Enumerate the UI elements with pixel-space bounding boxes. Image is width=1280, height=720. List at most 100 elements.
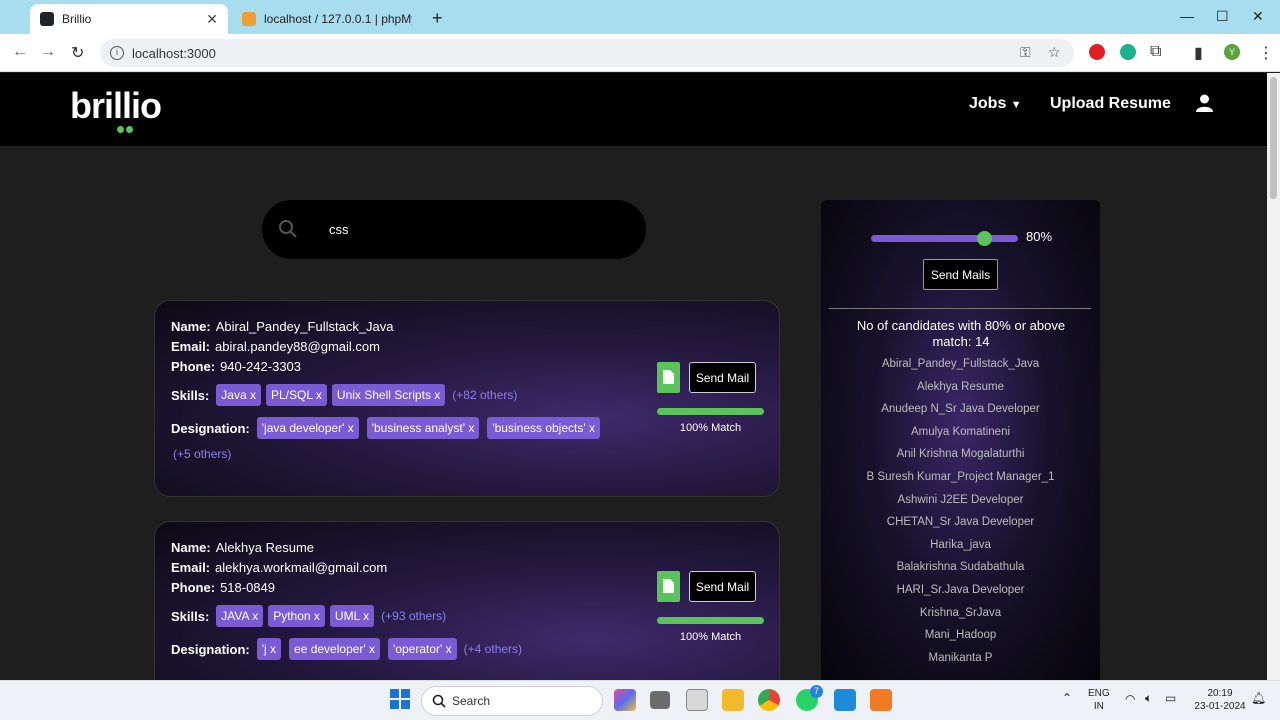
- snipping-tool-icon[interactable]: [686, 689, 708, 711]
- notification-bell-icon[interactable]: 🔔︎: [1251, 692, 1266, 705]
- grammarly-extension-icon[interactable]: [1120, 44, 1136, 60]
- skill-chip[interactable]: UML x: [329, 605, 375, 627]
- language-indicator[interactable]: ENG IN: [1088, 687, 1110, 713]
- user-account-icon[interactable]: [1196, 94, 1213, 117]
- search-icon: [278, 219, 298, 244]
- maximize-icon[interactable]: ☐: [1216, 8, 1229, 25]
- send-mail-button[interactable]: Send Mail: [689, 362, 756, 393]
- candidate-list-item[interactable]: Alekhya Resume: [821, 376, 1100, 399]
- forward-icon[interactable]: →: [40, 43, 56, 61]
- candidate-list-item[interactable]: Abiral_Pandey_Fullstack_Java: [821, 353, 1100, 376]
- skills-more-link[interactable]: (+82 others): [452, 388, 517, 402]
- windows-start-icon[interactable]: [390, 689, 412, 711]
- candidate-list-item[interactable]: HARI_Sr.Java Developer: [821, 579, 1100, 602]
- skill-chip[interactable]: PL/SQL x: [265, 384, 327, 406]
- candidate-list-item[interactable]: Ashwini J2EE Developer: [821, 489, 1100, 512]
- copilot-icon[interactable]: [614, 689, 636, 711]
- candidate-list-item[interactable]: Manikanta P: [821, 647, 1100, 670]
- reload-icon[interactable]: ↻: [71, 43, 84, 63]
- minimize-icon[interactable]: —: [1180, 8, 1194, 24]
- task-view-icon[interactable]: [650, 691, 670, 709]
- designations-more-link[interactable]: (+4 others): [464, 642, 522, 656]
- tab-phpmyadmin[interactable]: localhost / 127.0.0.1 | phpMyAd: [232, 4, 422, 34]
- search-icon: [432, 694, 446, 711]
- designation-chip[interactable]: 'java developer' x: [256, 417, 359, 439]
- nav-jobs-label: Jobs: [969, 95, 1007, 112]
- candidate-list-item[interactable]: Harika_java: [821, 534, 1100, 557]
- candidate-list-item[interactable]: B Suresh Kumar_Project Manager_1: [821, 466, 1100, 489]
- candidate-list: Abiral_Pandey_Fullstack_Java Alekhya Res…: [821, 353, 1100, 669]
- match-progress-bar: [657, 617, 764, 624]
- new-tab-icon[interactable]: +: [432, 8, 443, 29]
- phone-label: Phone:: [171, 359, 216, 374]
- candidate-list-item[interactable]: Amulya Komatineni: [821, 421, 1100, 444]
- skill-chip[interactable]: Java x: [216, 384, 261, 406]
- designation-chip[interactable]: 'business objects' x: [487, 417, 600, 439]
- site-info-icon[interactable]: i: [110, 46, 124, 60]
- designation-row: Designation: 'j x ee developer' x 'opera…: [171, 638, 522, 660]
- designations-more-link[interactable]: (+5 others): [173, 447, 231, 461]
- match-percent-text: 100% Match: [679, 631, 742, 643]
- candidate-list-item[interactable]: Anil Krishna Mogalaturthi: [821, 443, 1100, 466]
- phpmyadmin-favicon-icon: [242, 12, 256, 26]
- nav-jobs-dropdown[interactable]: Jobs ▼: [969, 95, 1022, 113]
- file-explorer-icon[interactable]: [722, 689, 744, 711]
- close-window-icon[interactable]: ✕: [1252, 8, 1264, 25]
- designation-chip[interactable]: 'business analyst' x: [366, 417, 480, 439]
- extensions-puzzle-icon[interactable]: ⧉: [1150, 43, 1161, 61]
- back-icon[interactable]: ←: [12, 43, 28, 61]
- resume-document-icon[interactable]: [657, 571, 680, 602]
- nav-upload-resume[interactable]: Upload Resume: [1050, 95, 1171, 113]
- logo-dots: [117, 120, 135, 138]
- panel-divider: [829, 308, 1091, 309]
- vscode-icon[interactable]: [834, 689, 856, 711]
- candidate-list-item[interactable]: Anudeep N_Sr Java Developer: [821, 398, 1100, 421]
- send-mails-button[interactable]: Send Mails: [923, 259, 998, 290]
- candidate-list-item[interactable]: Krishna_SrJava: [821, 602, 1100, 625]
- match-percent-text: 100% Match: [679, 422, 742, 434]
- designation-chip[interactable]: 'operator' x: [388, 638, 457, 660]
- profile-avatar[interactable]: Y: [1224, 44, 1240, 60]
- taskbar-search[interactable]: Search: [421, 686, 603, 716]
- resume-document-icon[interactable]: [657, 362, 680, 393]
- bookmark-star-icon[interactable]: ☆: [1048, 44, 1061, 61]
- designation-chip[interactable]: 'j x: [256, 638, 282, 660]
- candidate-list-item[interactable]: Mani_Hadoop: [821, 624, 1100, 647]
- close-tab-icon[interactable]: ✕: [206, 11, 218, 28]
- designation-row: Designation: 'java developer' x 'busines…: [171, 417, 600, 439]
- candidate-email-row: Email: alekhya.workmail@gmail.com: [171, 560, 387, 575]
- skill-chip[interactable]: Unix Shell Scripts x: [331, 384, 446, 406]
- search-input[interactable]: css: [329, 222, 349, 237]
- skills-more-link[interactable]: (+93 others): [381, 609, 446, 623]
- battery-icon[interactable]: ▭: [1165, 692, 1176, 705]
- search-bar[interactable]: css: [262, 200, 646, 259]
- side-panel-icon[interactable]: ▮: [1194, 43, 1203, 63]
- skill-chip[interactable]: Python x: [268, 605, 325, 627]
- candidate-list-item[interactable]: Balakrishna Sudabathula: [821, 556, 1100, 579]
- designation-chip[interactable]: ee developer' x: [289, 638, 381, 660]
- clock[interactable]: 20:19 23-01-2024: [1191, 687, 1249, 713]
- adblock-extension-icon[interactable]: [1089, 44, 1105, 60]
- tray-chevron-up-icon[interactable]: ⌃: [1062, 692, 1072, 705]
- menu-kebab-icon[interactable]: ⋮: [1258, 43, 1274, 63]
- designation-label: Designation:: [171, 641, 250, 657]
- page-scrollbar[interactable]: [1267, 73, 1280, 680]
- app-header: brillio Jobs ▼ Upload Resume: [0, 73, 1267, 146]
- match-threshold-slider[interactable]: [871, 231, 1018, 246]
- chrome-icon[interactable]: [758, 689, 780, 711]
- brillio-logo[interactable]: brillio: [70, 85, 162, 127]
- tab-brillio[interactable]: Brillio ✕: [30, 4, 228, 34]
- volume-icon[interactable]: 🔈︎: [1145, 692, 1152, 705]
- send-mail-button[interactable]: Send Mail: [689, 571, 756, 602]
- xampp-icon[interactable]: [870, 689, 892, 711]
- candidate-list-item[interactable]: CHETAN_Sr Java Developer: [821, 511, 1100, 534]
- slider-handle[interactable]: [976, 231, 992, 246]
- scrollbar-thumb[interactable]: [1270, 77, 1277, 199]
- whatsapp-badge: 7: [810, 685, 823, 698]
- region-code: IN: [1093, 701, 1104, 712]
- wifi-icon[interactable]: ◠: [1125, 693, 1135, 706]
- page-viewport: brillio Jobs ▼ Upload Resume css Name: Ab…: [0, 73, 1267, 680]
- key-icon[interactable]: ⚿: [1020, 44, 1031, 61]
- address-bar[interactable]: i localhost:3000 ⚿ ☆: [100, 39, 1074, 67]
- skill-chip[interactable]: JAVA x: [216, 605, 264, 627]
